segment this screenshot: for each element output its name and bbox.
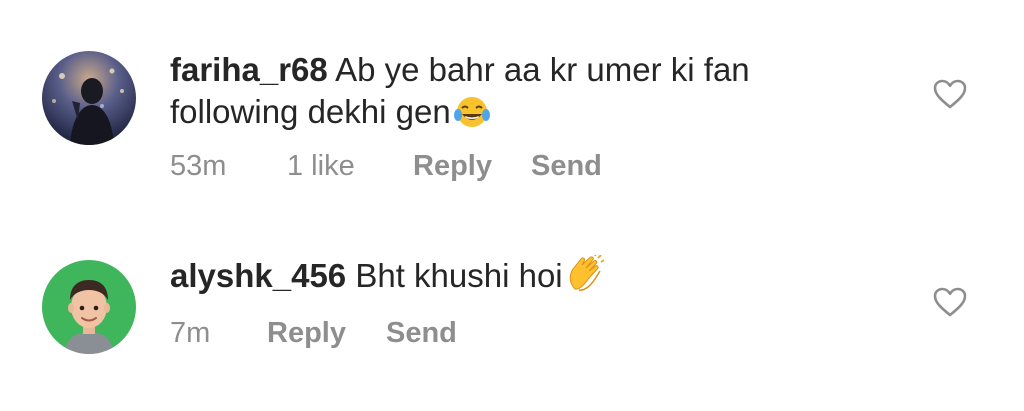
like-heart-icon[interactable] [933, 287, 967, 317]
comment-item: alyshk_456 Bht khushi hoi 7m Reply Send [0, 205, 1024, 411]
like-count-link[interactable]: 1 like [287, 150, 355, 183]
clapping-hands-icon [565, 252, 605, 303]
tears-of-joy-icon [453, 95, 491, 139]
comment-item: fariha_r68 Ab ye bahr aa kr umer ki fan … [0, 0, 1024, 205]
like-heart-icon[interactable] [933, 79, 967, 109]
comment-text-block: fariha_r68 Ab ye bahr aa kr umer ki fan … [170, 49, 870, 139]
send-button[interactable]: Send [531, 150, 602, 183]
comment-body: Bht khushi hoi [355, 257, 563, 294]
avatar-photo [42, 51, 136, 145]
comment-username[interactable]: fariha_r68 [170, 51, 328, 88]
avatar[interactable] [42, 51, 136, 145]
comment-username[interactable]: alyshk_456 [170, 257, 346, 294]
comment-timestamp: 7m [170, 317, 211, 349]
avatar-memoji [42, 260, 136, 354]
reply-button[interactable]: Reply [267, 317, 346, 350]
reply-button[interactable]: Reply [413, 150, 492, 183]
comment-timestamp: 53m [170, 150, 227, 182]
avatar[interactable] [42, 260, 136, 354]
comment-text-block: alyshk_456 Bht khushi hoi [170, 252, 870, 303]
send-button[interactable]: Send [386, 317, 457, 350]
